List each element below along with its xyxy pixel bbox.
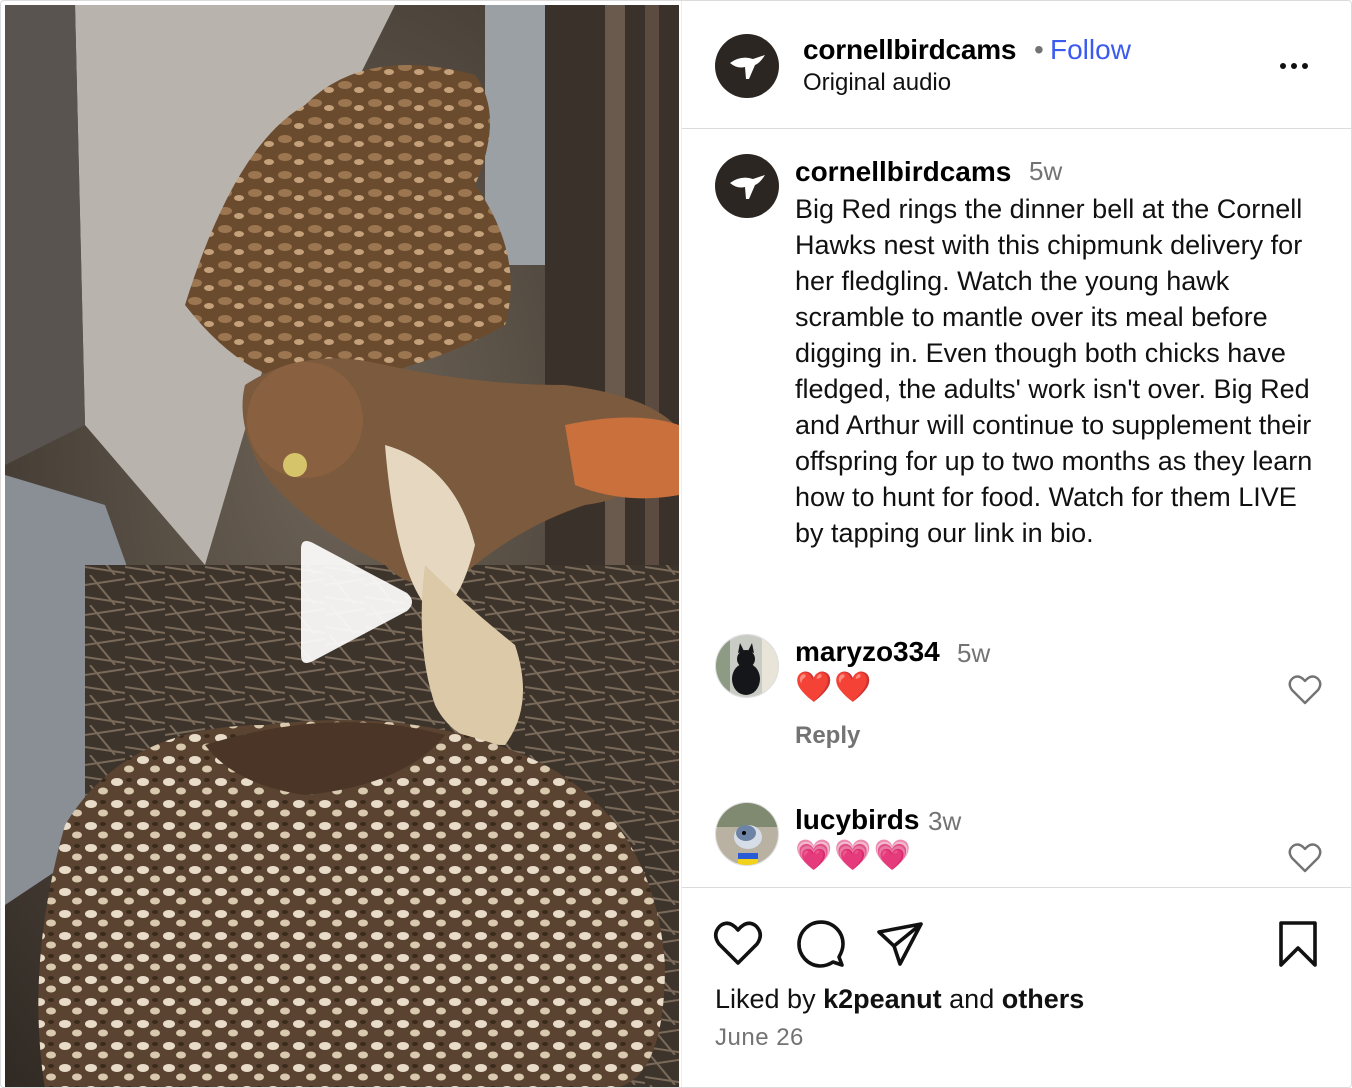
caption-author-avatar[interactable] bbox=[715, 154, 779, 218]
cat-avatar-image bbox=[716, 635, 778, 697]
liked-by-user[interactable]: k2peanut bbox=[823, 984, 942, 1014]
caption-text: Big Red rings the dinner bell at the Cor… bbox=[795, 194, 1313, 548]
audio-label[interactable]: Original audio bbox=[803, 69, 951, 97]
post-actions: Liked by k2peanut and others June 26 bbox=[682, 887, 1351, 1087]
commenter-avatar[interactable] bbox=[715, 802, 779, 866]
bird-avatar-image bbox=[716, 803, 778, 865]
heart-icon[interactable] bbox=[713, 920, 763, 968]
likes-others-link[interactable]: others bbox=[1002, 984, 1085, 1014]
comment-username[interactable]: maryzo334 bbox=[795, 636, 940, 668]
follow-button[interactable]: Follow bbox=[1050, 34, 1131, 66]
header-separator: • bbox=[1034, 34, 1044, 65]
caption-username[interactable]: cornellbirdcams bbox=[795, 156, 1011, 188]
caption-timestamp[interactable]: 5w bbox=[1029, 156, 1062, 187]
comments-section[interactable]: cornellbirdcams 5w Big Red rings the din… bbox=[682, 130, 1351, 887]
likes-summary: Liked by k2peanut and others bbox=[715, 984, 1084, 1015]
comment-username[interactable]: lucybirds bbox=[795, 804, 919, 836]
comment-timestamp[interactable]: 3w bbox=[928, 806, 961, 837]
play-icon[interactable] bbox=[287, 535, 417, 669]
comment-text: 💗💗💗 bbox=[795, 839, 914, 872]
reply-button[interactable]: Reply bbox=[795, 722, 860, 750]
more-options-icon[interactable] bbox=[1280, 51, 1314, 81]
likes-prefix: Liked by bbox=[715, 984, 816, 1014]
author-username[interactable]: cornellbirdcams bbox=[803, 34, 1017, 66]
video-player[interactable] bbox=[5, 5, 679, 1087]
cornell-logo-icon bbox=[730, 55, 765, 79]
post-header: cornellbirdcams • Follow Original audio bbox=[682, 1, 1351, 129]
comment-icon[interactable] bbox=[795, 920, 845, 968]
bookmark-icon[interactable] bbox=[1273, 920, 1323, 968]
author-avatar[interactable] bbox=[715, 34, 779, 98]
commenter-avatar[interactable] bbox=[715, 634, 779, 698]
likes-conjunction: and bbox=[949, 984, 995, 1014]
cornell-logo-icon bbox=[730, 175, 765, 199]
comment-text: ❤️❤️ bbox=[795, 671, 874, 704]
comment-timestamp[interactable]: 5w bbox=[957, 638, 990, 669]
heart-icon[interactable] bbox=[1288, 842, 1322, 874]
post-details-panel: cornellbirdcams • Follow Original audio … bbox=[681, 1, 1351, 1087]
share-icon[interactable] bbox=[875, 920, 925, 968]
heart-icon[interactable] bbox=[1288, 674, 1322, 706]
post-dialog: cornellbirdcams • Follow Original audio … bbox=[0, 0, 1352, 1088]
post-date[interactable]: June 26 bbox=[715, 1024, 804, 1052]
